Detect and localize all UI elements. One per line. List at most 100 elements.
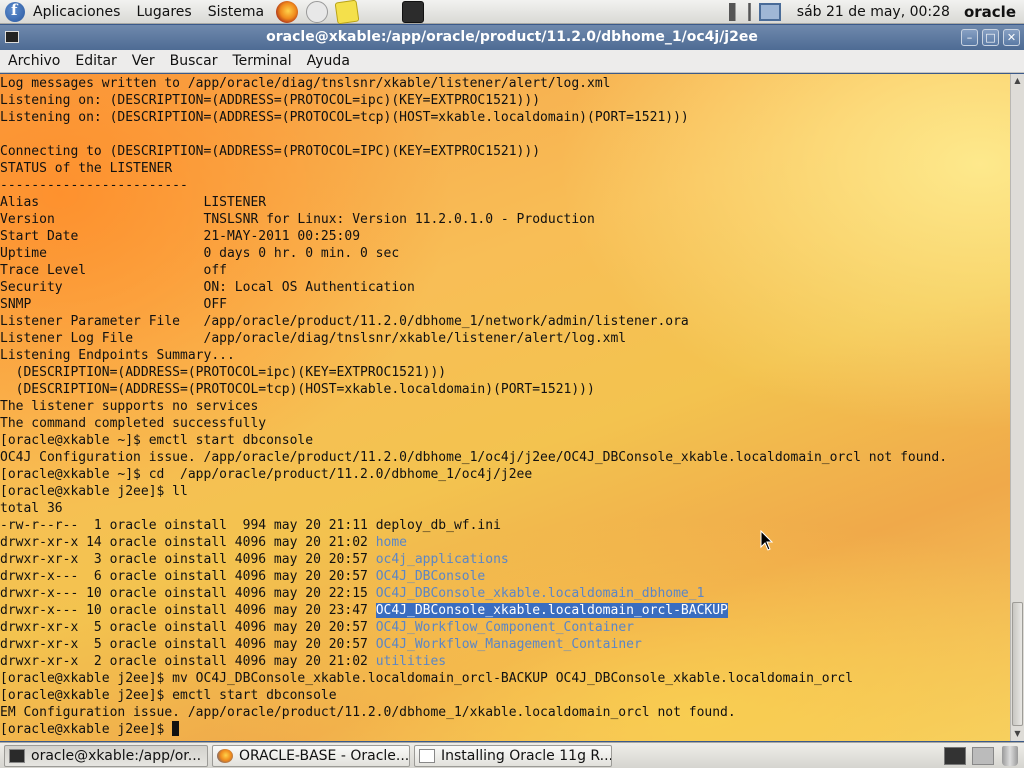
- terminal-line-text: Listening Endpoints Summary...: [0, 348, 235, 363]
- terminal-line: The command completed successfully: [0, 415, 1010, 432]
- terminal-line-text: Listening on: (DESCRIPTION=(ADDRESS=(PRO…: [0, 110, 689, 125]
- terminal-line: Start Date 21-MAY-2011 00:25:09: [0, 228, 1010, 245]
- mail-launcher-icon[interactable]: [306, 0, 329, 23]
- terminal-line: total 36: [0, 500, 1010, 517]
- terminal-line-text: STATUS of the LISTENER: [0, 161, 173, 176]
- directory-entry-name: home: [375, 535, 407, 550]
- terminal-scrollbar[interactable]: ▲ ▼: [1010, 74, 1024, 741]
- taskbar-item-terminal[interactable]: oracle@xkable:/app/or...: [4, 744, 208, 767]
- terminal-output[interactable]: Log messages written to /app/oracle/diag…: [0, 74, 1010, 741]
- terminal-line-text: [oracle@xkable j2ee]$ emctl start dbcons…: [0, 688, 337, 703]
- fedora-logo-icon[interactable]: [5, 1, 25, 22]
- terminal-line: drwxr-xr-x 5 oracle oinstall 4096 may 20…: [0, 636, 1010, 653]
- bottom-panel: oracle@xkable:/app/or... ORACLE-BASE - O…: [0, 742, 1024, 768]
- firefox-launcher-icon[interactable]: [276, 0, 299, 23]
- terminal-line-text: [oracle@xkable ~]$ cd /app/oracle/produc…: [0, 467, 533, 482]
- terminal-line-text: Security ON: Local OS Authentication: [0, 280, 415, 295]
- terminal-line: STATUS of the LISTENER: [0, 160, 1010, 177]
- terminal-line-text: drwxr-xr-x 5 oracle oinstall 4096 may 20…: [0, 637, 376, 652]
- terminal-line: drwxr-xr-x 3 oracle oinstall 4096 may 20…: [0, 551, 1010, 568]
- window-title: oracle@xkable:/app/oracle/product/11.2.0…: [266, 29, 758, 45]
- menu-editar[interactable]: Editar: [67, 53, 123, 69]
- terminal-launcher-icon[interactable]: [402, 0, 425, 23]
- workspace-switcher-icon[interactable]: [972, 746, 994, 765]
- directory-entry-name: oc4j_applications: [375, 552, 509, 567]
- scroll-up-arrow-icon[interactable]: ▲: [1011, 74, 1024, 88]
- terminal-line-text: Listener Log File /app/oracle/diag/tnsls…: [0, 331, 627, 346]
- terminal-line: drwxr-xr-x 2 oracle oinstall 4096 may 20…: [0, 653, 1010, 670]
- mouse-pointer-icon: [760, 530, 774, 551]
- menu-terminal[interactable]: Terminal: [224, 53, 298, 69]
- terminal-line: Listening on: (DESCRIPTION=(ADDRESS=(PRO…: [0, 92, 1010, 109]
- terminal-line-text: Listening on: (DESCRIPTION=(ADDRESS=(PRO…: [0, 93, 541, 108]
- terminal-cursor: [172, 721, 180, 736]
- directory-entry-name: OC4J_DBConsole_xkable.localdomain_dbhome…: [375, 586, 705, 601]
- terminal-line: [oracle@xkable ~]$ emctl start dbconsole: [0, 432, 1010, 449]
- terminal-line-text: (DESCRIPTION=(ADDRESS=(PROTOCOL=ipc)(KEY…: [0, 365, 447, 380]
- terminal-line: EM Configuration issue. /app/oracle/prod…: [0, 704, 1010, 721]
- menu-ver[interactable]: Ver: [124, 53, 162, 69]
- terminal-line: [oracle@xkable j2ee]$ mv OC4J_DBConsole_…: [0, 670, 1010, 687]
- terminal-line: OC4J Configuration issue. /app/oracle/pr…: [0, 449, 1010, 466]
- menu-lugares[interactable]: Lugares: [128, 4, 199, 20]
- terminal-line: [oracle@xkable j2ee]$ emctl start dbcons…: [0, 687, 1010, 704]
- terminal-line: drwxr-xr-x 14 oracle oinstall 4096 may 2…: [0, 534, 1010, 551]
- terminal-line: Listening on: (DESCRIPTION=(ADDRESS=(PRO…: [0, 109, 1010, 126]
- terminal-line-text: Alias LISTENER: [0, 195, 267, 210]
- taskbar-item-label: oracle@xkable:/app/or...: [31, 747, 202, 764]
- terminal-line-text: SNMP OFF: [0, 297, 227, 312]
- terminal-window-icon[interactable]: [5, 31, 19, 43]
- menu-archivo[interactable]: Archivo: [0, 53, 67, 69]
- directory-entry-name: OC4J_DBConsole_xkable.localdomain_orcl-B…: [375, 603, 728, 618]
- panel-clock[interactable]: sáb 21 de may, 00:28: [797, 4, 950, 20]
- terminal-line: (DESCRIPTION=(ADDRESS=(PROTOCOL=ipc)(KEY…: [0, 364, 1010, 381]
- terminal-line-text: -rw-r--r-- 1 oracle oinstall 994 may 20 …: [0, 518, 376, 533]
- menubar: Archivo Editar Ver Buscar Terminal Ayuda: [0, 50, 1024, 73]
- terminal-line: Version TNSLSNR for Linux: Version 11.2.…: [0, 211, 1010, 228]
- network-icon[interactable]: [758, 2, 781, 21]
- document-icon: [419, 748, 435, 763]
- terminal-line: The listener supports no services: [0, 398, 1010, 415]
- scrollbar-thumb[interactable]: [1012, 602, 1023, 726]
- terminal-line-text: EM Configuration issue. /app/oracle/prod…: [0, 705, 736, 720]
- terminal-line-text: Connecting to (DESCRIPTION=(ADDRESS=(PRO…: [0, 144, 541, 159]
- terminal-line-text: Log messages written to /app/oracle/diag…: [0, 76, 611, 91]
- terminal-line: SNMP OFF: [0, 296, 1010, 313]
- taskbar-item-document[interactable]: Installing Oracle 11g R...: [414, 744, 612, 767]
- terminal-line-text: drwxr-x--- 6 oracle oinstall 4096 may 20…: [0, 569, 376, 584]
- terminal-line: [oracle@xkable j2ee]$: [0, 721, 1010, 738]
- show-desktop-icon[interactable]: [944, 746, 966, 765]
- terminal-line: Listening Endpoints Summary...: [0, 347, 1010, 364]
- terminal-line-text: Start Date 21-MAY-2011 00:25:09: [0, 229, 361, 244]
- directory-entry-name: OC4J_Workflow_Component_Container: [375, 620, 634, 635]
- terminal-line-text: [oracle@xkable j2ee]$ ll: [0, 484, 188, 499]
- scroll-down-arrow-icon[interactable]: ▼: [1011, 727, 1024, 741]
- volume-icon[interactable]: [728, 2, 751, 21]
- terminal-line: Log messages written to /app/oracle/diag…: [0, 75, 1010, 92]
- menu-buscar[interactable]: Buscar: [162, 53, 225, 69]
- menu-sistema[interactable]: Sistema: [200, 4, 272, 20]
- terminal-text[interactable]: Log messages written to /app/oracle/diag…: [0, 74, 1010, 738]
- terminal-line-text: The listener supports no services: [0, 399, 259, 414]
- close-button[interactable]: ✕: [1003, 29, 1020, 46]
- directory-entry-name: OC4J_DBConsole: [375, 569, 486, 584]
- terminal-line: Security ON: Local OS Authentication: [0, 279, 1010, 296]
- directory-entry-name: deploy_db_wf.ini: [375, 518, 501, 533]
- notes-launcher-icon[interactable]: [334, 0, 360, 24]
- menu-aplicaciones[interactable]: Aplicaciones: [25, 4, 128, 20]
- panel-user[interactable]: oracle: [964, 3, 1016, 21]
- terminal-line-text: total 36: [0, 501, 63, 516]
- terminal-line: -rw-r--r-- 1 oracle oinstall 994 may 20 …: [0, 517, 1010, 534]
- minimize-button[interactable]: –: [961, 29, 978, 46]
- maximize-button[interactable]: □: [982, 29, 999, 46]
- trash-icon[interactable]: [1002, 745, 1018, 766]
- menu-ayuda[interactable]: Ayuda: [299, 53, 357, 69]
- terminal-line: Alias LISTENER: [0, 194, 1010, 211]
- terminal-line-text: The command completed successfully: [0, 416, 267, 431]
- taskbar-item-firefox[interactable]: ORACLE-BASE - Oracle...: [212, 744, 410, 767]
- window-titlebar[interactable]: oracle@xkable:/app/oracle/product/11.2.0…: [0, 25, 1024, 50]
- terminal-line: Uptime 0 days 0 hr. 0 min. 0 sec: [0, 245, 1010, 262]
- terminal-line-text: drwxr-x--- 10 oracle oinstall 4096 may 2…: [0, 586, 376, 601]
- terminal-line: drwxr-x--- 10 oracle oinstall 4096 may 2…: [0, 585, 1010, 602]
